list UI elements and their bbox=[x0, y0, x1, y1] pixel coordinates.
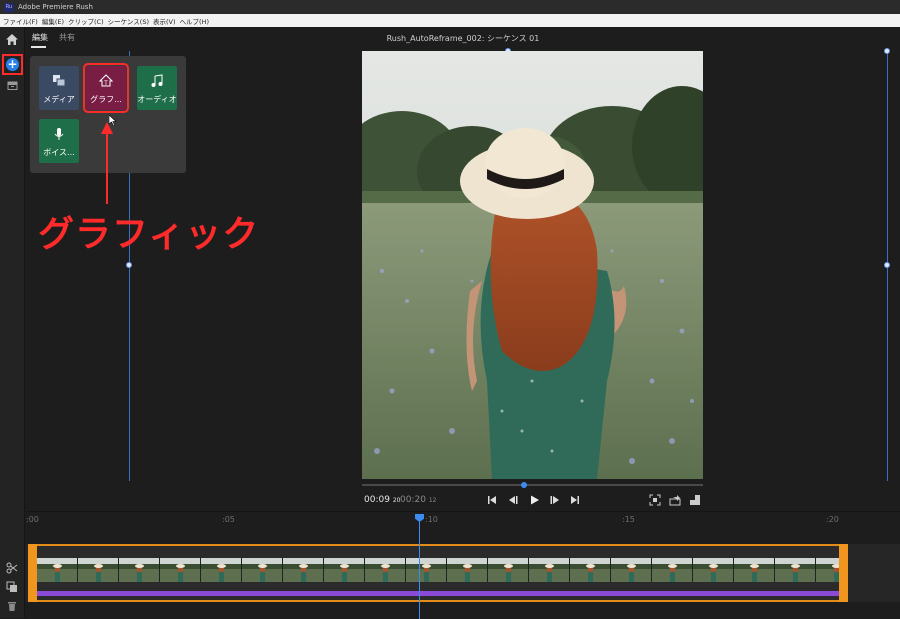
plus-icon: + bbox=[6, 57, 19, 71]
home-icon[interactable] bbox=[5, 33, 19, 46]
menu-sequence[interactable]: シーケンス(S) bbox=[108, 16, 149, 26]
video-clip[interactable] bbox=[28, 544, 848, 602]
duration-frames: 12 bbox=[428, 497, 437, 504]
media-icon bbox=[53, 75, 66, 87]
fullscreen-icon[interactable] bbox=[689, 494, 701, 506]
left-toolbar: + bbox=[0, 27, 25, 618]
ruler-label: :10 bbox=[425, 515, 438, 524]
clip-filmstrip bbox=[37, 558, 840, 582]
current-timecode: 00:09 20 bbox=[364, 495, 400, 505]
resize-handle-right[interactable] bbox=[884, 262, 890, 268]
annotation-arrow-icon bbox=[101, 122, 113, 204]
add-audio-label: オーディオ bbox=[137, 95, 177, 104]
ruler-label: :15 bbox=[622, 515, 635, 524]
ruler-label: :20 bbox=[826, 515, 839, 524]
play-icon[interactable] bbox=[528, 494, 540, 506]
add-voiceover-tile[interactable]: ボイス... bbox=[39, 119, 79, 163]
app-icon: Ru bbox=[4, 2, 14, 12]
duration-time: 00:20 bbox=[400, 495, 426, 505]
music-note-icon bbox=[151, 74, 163, 87]
svg-text:T: T bbox=[103, 80, 108, 87]
microphone-icon bbox=[54, 128, 64, 140]
resize-handle-top-right[interactable] bbox=[884, 48, 890, 54]
add-media-label: メディア bbox=[43, 95, 75, 104]
annotation-label: グラフィック bbox=[38, 214, 260, 255]
clip-trim-handle-right[interactable] bbox=[839, 544, 848, 602]
workspace-header: 編集 共有 Rush_AutoReframe_002: シーケンス 01 bbox=[26, 27, 900, 51]
timeline-ruler[interactable]: :00 :05 :10 :15 :20 bbox=[26, 512, 900, 530]
menu-clip[interactable]: クリップ(C) bbox=[68, 16, 104, 26]
menu-edit[interactable]: 編集(E) bbox=[42, 16, 64, 26]
duplicate-icon[interactable] bbox=[6, 581, 18, 593]
playback-controls: 00:09 20 00:20 12 bbox=[362, 480, 704, 510]
playhead-line[interactable] bbox=[419, 516, 420, 619]
clip-audio-waveform bbox=[37, 591, 840, 596]
sequence-title: Rush_AutoReframe_002: シーケンス 01 bbox=[386, 34, 540, 43]
go-to-end-icon[interactable] bbox=[569, 494, 581, 506]
project-assets-icon[interactable] bbox=[7, 81, 18, 90]
go-to-start-icon[interactable] bbox=[486, 494, 498, 506]
menu-file[interactable]: ファイル(F) bbox=[3, 16, 38, 26]
add-graphics-tile[interactable]: T グラフ... bbox=[83, 63, 129, 113]
add-graphics-label: グラフ... bbox=[90, 95, 122, 104]
step-forward-icon[interactable] bbox=[549, 494, 561, 506]
duration-timecode: 00:20 12 bbox=[400, 495, 436, 505]
window-titlebar: Ru Adobe Premiere Rush bbox=[0, 0, 900, 14]
clip-trim-handle-left[interactable] bbox=[28, 544, 37, 602]
menu-bar: ファイル(F) 編集(E) クリップ(C) シーケンス(S) 表示(V) ヘルプ… bbox=[0, 14, 900, 27]
video-preview[interactable] bbox=[362, 51, 703, 479]
timeline-panel: :00 :05 :10 :15 :20 bbox=[26, 511, 900, 619]
menu-help[interactable]: ヘルプ(H) bbox=[180, 16, 209, 26]
resize-handle-left[interactable] bbox=[126, 262, 132, 268]
export-frame-icon[interactable] bbox=[669, 494, 681, 506]
add-media-tile[interactable]: メディア bbox=[39, 66, 79, 110]
current-time: 00:09 bbox=[364, 495, 390, 505]
fit-frame-icon[interactable] bbox=[649, 494, 661, 506]
menu-view[interactable]: 表示(V) bbox=[153, 16, 176, 26]
ruler-label: :00 bbox=[26, 515, 39, 524]
graphics-icon: T bbox=[99, 74, 113, 87]
add-voiceover-label: ボイス... bbox=[43, 148, 75, 157]
add-media-button[interactable]: + bbox=[2, 54, 23, 75]
step-back-icon[interactable] bbox=[507, 494, 519, 506]
ruler-label: :05 bbox=[222, 515, 235, 524]
window-title: Adobe Premiere Rush bbox=[18, 3, 93, 11]
scissors-icon[interactable] bbox=[6, 562, 18, 574]
delete-icon[interactable] bbox=[6, 600, 18, 612]
add-audio-tile[interactable]: オーディオ bbox=[137, 66, 177, 110]
active-tab-indicator bbox=[31, 46, 46, 48]
